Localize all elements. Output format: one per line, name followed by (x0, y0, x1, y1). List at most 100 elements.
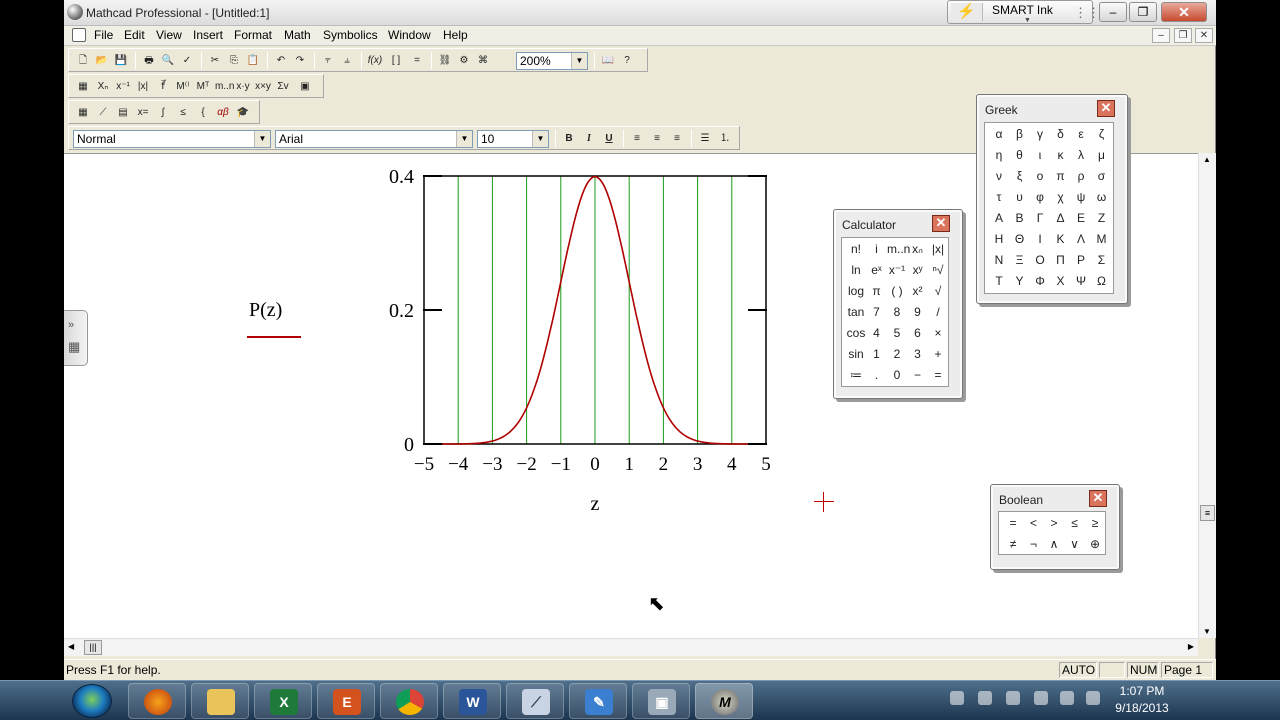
style-select[interactable]: Normal ▼ (73, 130, 271, 148)
greek-symbol-button[interactable]: Υ (1010, 271, 1030, 291)
calculator-symbol-button[interactable]: 4 (867, 323, 887, 343)
taskbar-chart-app[interactable]: ⟋ (506, 683, 564, 719)
greek-symbol-button[interactable]: Γ (1030, 208, 1050, 228)
greek-symbol-button[interactable]: υ (1010, 187, 1030, 207)
matrix-icon[interactable]: ▦ (75, 79, 91, 94)
calculator-symbol-button[interactable]: . (867, 365, 887, 385)
smart-ink-widget[interactable]: ⚡ SMART Ink ▼ ⋮⋮ (947, 0, 1100, 24)
calculator-symbol-button[interactable]: tan (846, 302, 866, 322)
calculator-symbol-button[interactable]: n! (846, 239, 866, 259)
taskbar-firefox[interactable] (128, 683, 186, 719)
greek-symbol-button[interactable]: Κ (1051, 229, 1071, 249)
calculator-symbol-button[interactable]: eˣ (867, 260, 887, 280)
boolean-symbol-button[interactable]: ≠ (1003, 534, 1023, 554)
scroll-up-icon[interactable]: ▲ (1203, 155, 1211, 164)
greek-symbol-button[interactable]: τ (989, 187, 1009, 207)
side-panel-handle[interactable]: » ▦ (64, 310, 88, 366)
x-axis-label[interactable]: z (591, 493, 600, 515)
greek-symbol-button[interactable]: Ο (1030, 250, 1050, 270)
insert-function-icon[interactable]: f(x) (367, 53, 383, 68)
menu-window[interactable]: Window (388, 28, 431, 42)
paste-icon[interactable]: 📋 (245, 53, 261, 68)
greek-symbol-button[interactable]: Τ (989, 271, 1009, 291)
resource-icon[interactable]: 📖 (600, 53, 616, 68)
chevron-down-icon[interactable]: ▼ (1024, 17, 1031, 24)
cross-product-icon[interactable]: x×y (255, 79, 271, 94)
close-button[interactable]: ✕ (1161, 2, 1207, 22)
greek-symbol-button[interactable]: ω (1092, 187, 1112, 207)
calculator-symbol-button[interactable]: x⁻¹ (887, 260, 907, 280)
greek-symbol-button[interactable]: Ρ (1071, 250, 1091, 270)
greek-symbol-button[interactable]: ν (989, 166, 1009, 186)
boolean-symbol-button[interactable]: ⊕ (1085, 534, 1105, 554)
insert-unit-icon[interactable]: [ ] (388, 53, 404, 68)
underline-button[interactable]: U (601, 131, 617, 146)
calculator-symbol-button[interactable]: 1 (867, 344, 887, 364)
bullets-icon[interactable]: ☰ (697, 131, 713, 146)
programming-palette-icon[interactable]: { (195, 105, 211, 120)
greek-symbol-button[interactable]: α (989, 124, 1009, 144)
greek-symbol-button[interactable]: Θ (1010, 229, 1030, 249)
greek-symbol-button[interactable]: χ (1051, 187, 1071, 207)
calculator-symbol-button[interactable]: × (928, 323, 948, 343)
doc-restore-button[interactable]: ❐ (1174, 28, 1192, 43)
tray-shield-icon[interactable] (1034, 691, 1048, 705)
calculator-symbol-button[interactable]: |x| (928, 239, 948, 259)
boolean-palette[interactable]: Boolean ✕ = < > ≤ ≥ ≠ ¬ ∧ ∨ ⊕ (990, 484, 1120, 570)
insert-hyperlink-icon[interactable]: ⛓ (437, 53, 453, 68)
greek-symbol-button[interactable]: π (1051, 166, 1071, 186)
bold-button[interactable]: B (561, 131, 577, 146)
greek-symbol-button[interactable]: Η (989, 229, 1009, 249)
align-top-icon[interactable]: ⫧ (320, 53, 336, 68)
calculator-symbol-button[interactable]: 7 (867, 302, 887, 322)
dot-product-icon[interactable]: x·y (235, 79, 251, 94)
save-icon[interactable]: 💾 (113, 53, 129, 68)
horizontal-scroll-thumb[interactable]: ||| (84, 640, 102, 655)
zoom-select[interactable]: 200% ▼ (516, 52, 588, 70)
greek-symbol-button[interactable]: Ν (989, 250, 1009, 270)
calculator-symbol-button[interactable]: √ (928, 281, 948, 301)
scroll-right-icon[interactable]: ▶ (1188, 642, 1194, 651)
calculator-symbol-button[interactable]: m..n (887, 239, 910, 259)
greek-symbol-button[interactable]: Ζ (1092, 208, 1112, 228)
taskbar-app-ec[interactable]: E (317, 683, 375, 719)
numbering-icon[interactable]: ⒈ (717, 131, 733, 146)
xy-plot[interactable]: 0.40.20 −5 −4 −3 −2 −1 0 1 2 3 4 5 z (234, 158, 934, 538)
subscript-icon[interactable]: Xₙ (95, 79, 111, 94)
greek-symbol-button[interactable]: ρ (1071, 166, 1091, 186)
evaluation-palette-icon[interactable]: x= (135, 105, 151, 120)
font-size-select[interactable]: 10 ▼ (477, 130, 549, 148)
calculator-symbol-button[interactable]: sin (846, 344, 866, 364)
align-left-icon[interactable]: ≡ (629, 131, 645, 146)
greek-symbol-button[interactable]: Ξ (1010, 250, 1030, 270)
scroll-down-icon[interactable]: ▼ (1203, 627, 1211, 636)
boolean-symbol-button[interactable]: ∧ (1044, 534, 1064, 554)
clock[interactable]: 1:07 PM 9/18/2013 (1110, 683, 1174, 717)
calculator-symbol-button[interactable]: i (867, 239, 887, 259)
menu-math[interactable]: Math (284, 28, 311, 42)
undo-icon[interactable]: ↶ (273, 53, 289, 68)
greek-symbol-button[interactable]: Π (1051, 250, 1071, 270)
taskbar-screen-capture[interactable]: ▣ (632, 683, 690, 719)
matrix-palette-icon[interactable]: ▤ (115, 105, 131, 120)
horizontal-scrollbar[interactable]: ◀ ||| ▶ (64, 638, 1198, 656)
greek-symbol-button[interactable]: Ψ (1071, 271, 1091, 291)
greek-symbol-button[interactable]: λ (1071, 145, 1091, 165)
menu-file[interactable]: File (94, 28, 113, 42)
range-icon[interactable]: m..n (215, 79, 234, 94)
vector-sum-icon[interactable]: Σv (275, 79, 291, 94)
redo-icon[interactable]: ↷ (292, 53, 308, 68)
grip-icon[interactable]: ⋮⋮ (1074, 5, 1100, 21)
close-icon[interactable]: ✕ (1097, 100, 1115, 117)
boolean-symbol-button[interactable]: ≥ (1085, 513, 1105, 533)
greek-symbol-button[interactable]: Ι (1030, 229, 1050, 249)
calculator-symbol-button[interactable]: − (908, 365, 928, 385)
close-icon[interactable]: ✕ (932, 215, 950, 232)
taskbar-chrome[interactable] (380, 683, 438, 719)
boolean-symbol-button[interactable]: = (1003, 513, 1023, 533)
doc-close-button[interactable]: ✕ (1195, 28, 1213, 43)
taskbar-word[interactable]: W (443, 683, 501, 719)
chevron-down-icon[interactable]: ▼ (254, 131, 270, 147)
greek-symbol-button[interactable]: Β (1010, 208, 1030, 228)
calculator-symbol-button[interactable]: ln (846, 260, 866, 280)
